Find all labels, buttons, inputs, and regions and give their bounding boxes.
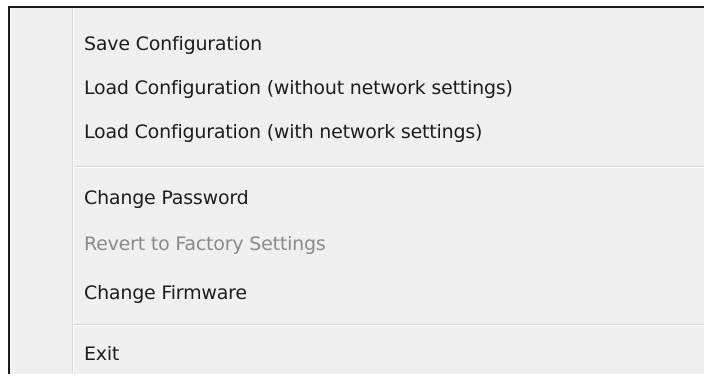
menu-item-load-configuration-without-network[interactable]: Load Configuration (without network sett…	[10, 66, 704, 110]
menu-item-change-password[interactable]: Change Password	[10, 176, 704, 220]
menu-separator	[74, 324, 704, 326]
context-menu: Save Configuration Load Configuration (w…	[8, 6, 704, 374]
menu-item-label: Exit	[84, 343, 120, 365]
menu-item-exit[interactable]: Exit	[10, 332, 704, 376]
menu-item-label: Load Configuration (without network sett…	[84, 77, 513, 99]
menu-item-change-firmware[interactable]: Change Firmware	[10, 271, 704, 315]
menu-item-label: Load Configuration (with network setting…	[84, 121, 483, 143]
menu-separator	[74, 166, 704, 168]
menu-item-label: Revert to Factory Settings	[84, 233, 326, 255]
menu-item-label: Save Configuration	[84, 33, 262, 55]
menu-item-save-configuration[interactable]: Save Configuration	[10, 22, 704, 66]
menu-item-label: Change Firmware	[84, 282, 247, 304]
menu-item-label: Change Password	[84, 187, 249, 209]
menu-item-load-configuration-with-network[interactable]: Load Configuration (with network setting…	[10, 110, 704, 154]
menu-item-revert-to-factory-settings: Revert to Factory Settings	[10, 222, 704, 266]
